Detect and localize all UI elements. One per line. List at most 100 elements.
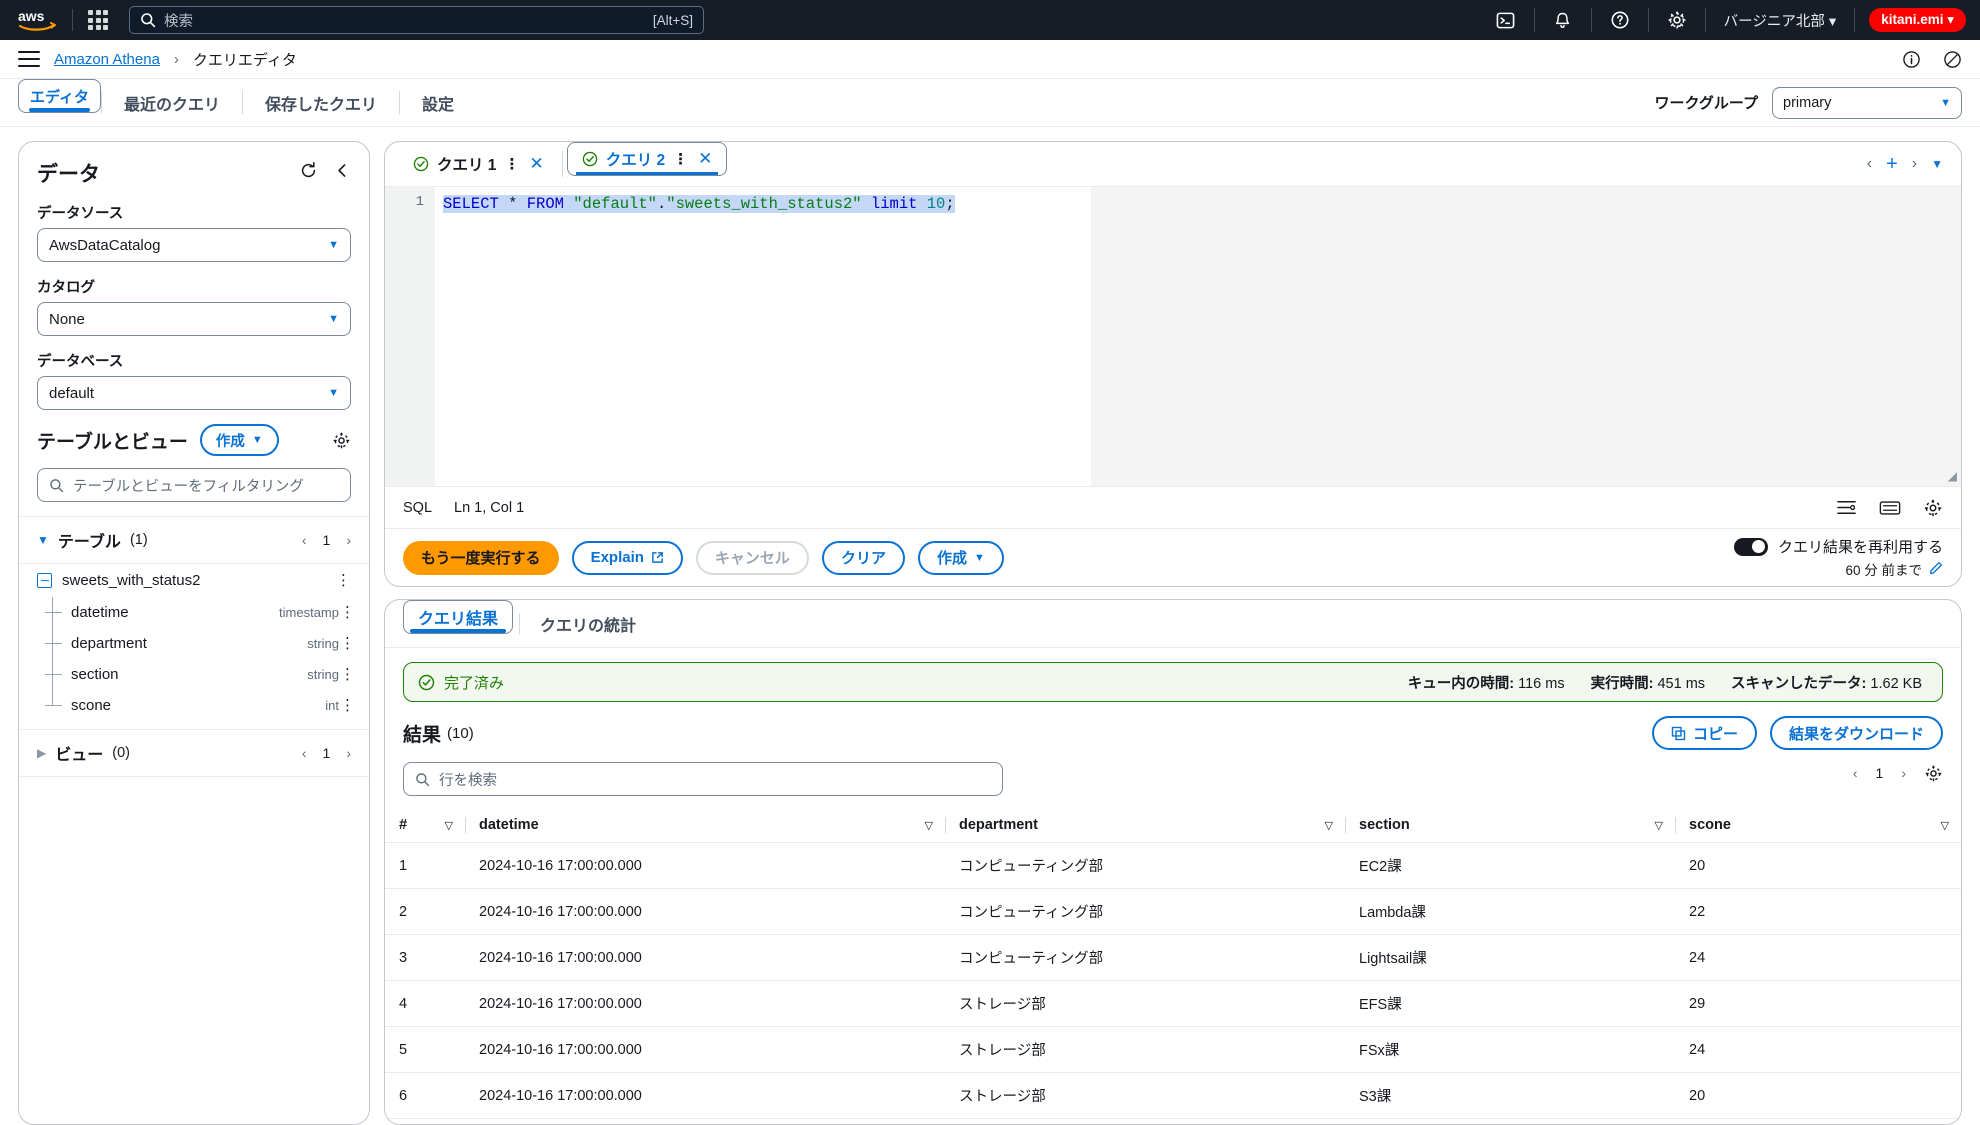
keyboard-shortcuts-icon[interactable] [1879,499,1901,517]
new-query-tab-icon[interactable]: + [1886,153,1898,176]
database-select[interactable]: default ▼ [37,376,351,410]
next-page-icon[interactable]: › [346,532,351,548]
table-preferences-gear-icon[interactable] [332,431,351,450]
next-page-icon[interactable]: › [346,745,351,761]
col-header-index[interactable]: # ▽ [385,808,465,843]
query-tab-2[interactable]: クエリ 2 ⋮ ✕ [566,142,728,176]
tab-recent-queries[interactable]: 最近のクエリ [102,79,242,126]
create-table-button[interactable]: 作成 ▼ [199,424,279,456]
cell-scone: 20 [1675,1072,1961,1119]
breadcrumb-service-link[interactable]: Amazon Athena [54,51,160,68]
tab-settings[interactable]: 設定 [400,79,476,126]
explain-button[interactable]: Explain [571,540,683,575]
column-menu-icon[interactable]: ⋮ [340,698,355,713]
results-preferences-gear-icon[interactable] [1924,764,1943,783]
prev-page-icon[interactable]: ‹ [302,532,307,548]
edit-pencil-icon[interactable] [1929,561,1943,578]
workgroup-control: ワークグループ primary ▼ [1654,79,1962,126]
breadcrumb-separator: › [173,50,179,68]
sql-star: * [508,195,527,213]
apps-grid-icon[interactable] [85,7,111,33]
tree-line [52,628,53,659]
workgroup-select[interactable]: primary ▼ [1772,86,1962,119]
datasource-select[interactable]: AwsDataCatalog ▼ [37,228,351,262]
tab-saved-queries[interactable]: 保存したクエリ [243,79,399,126]
col-header-department[interactable]: department ▽ [945,808,1345,843]
table-row[interactable]: 1 2024-10-16 17:00:00.000 コンピューティング部 EC2… [385,842,1961,889]
tab-scroll-right-icon[interactable]: › [1912,155,1917,173]
info-icon[interactable] [1902,50,1921,69]
column-menu-icon[interactable]: ⋮ [340,667,355,682]
sort-icon[interactable]: ▽ [925,819,945,832]
cancel-label: キャンセル [714,550,790,567]
aws-logo-icon[interactable]: aws [14,8,60,32]
column-item-department[interactable]: department string ⋮ [19,628,369,659]
next-page-icon[interactable]: › [1901,765,1906,781]
tab-scroll-left-icon[interactable]: ‹ [1867,155,1872,173]
region-selector[interactable]: バージニア北部 ▾ [1714,10,1847,31]
search-input[interactable]: 検索 [Alt+S] [129,6,704,34]
reuse-results-toggle[interactable] [1733,537,1768,556]
table-row[interactable]: 6 2024-10-16 17:00:00.000 ストレージ部 S3課 20 [385,1072,1961,1119]
format-query-icon[interactable] [1836,498,1857,517]
sort-icon[interactable]: ▽ [445,819,465,832]
collapse-panel-icon[interactable] [334,162,351,184]
copy-results-button[interactable]: コピー [1651,716,1757,750]
editor-resize-handle[interactable]: ◢ [1948,469,1957,483]
settings-gear-icon[interactable] [1657,5,1697,35]
table-row[interactable]: 5 2024-10-16 17:00:00.000 ストレージ部 FSx課 24 [385,1026,1961,1073]
tab-list-chevron-icon[interactable]: ▼ [1931,157,1943,171]
table-row[interactable]: 2 2024-10-16 17:00:00.000 コンピューティング部 Lam… [385,888,1961,935]
tab-query-results[interactable]: クエリ結果 [403,600,514,634]
clear-button[interactable]: クリア [821,540,905,575]
table-filter-input[interactable]: テーブルとビューをフィルタリング [37,468,351,502]
refresh-icon[interactable] [299,161,318,185]
user-menu[interactable]: kitani.emi ▾ [1869,8,1966,32]
table-row[interactable]: 3 2024-10-16 17:00:00.000 コンピューティング部 Lig… [385,934,1961,981]
views-group-header[interactable]: ▶ ビュー (0) ‹ 1 › [19,729,369,777]
query-tab-2-close-icon[interactable]: ✕ [698,149,712,169]
col-header-scone[interactable]: scone ▽ [1675,808,1961,843]
feedback-icon[interactable] [1943,50,1962,69]
col-header-section-label: section [1359,817,1410,833]
collapse-table-icon[interactable] [37,573,52,588]
column-menu-icon[interactable]: ⋮ [340,636,355,651]
tab-editor[interactable]: エディタ [18,79,101,113]
column-item-scone[interactable]: scone int ⋮ [19,690,369,721]
column-menu-icon[interactable]: ⋮ [340,605,355,620]
editor-settings-gear-icon[interactable] [1923,498,1943,518]
run-query-button[interactable]: もう一度実行する [403,540,559,575]
col-header-datetime[interactable]: datetime ▽ [465,808,945,843]
column-item-section[interactable]: section string ⋮ [19,659,369,690]
sort-icon[interactable]: ▽ [1941,819,1961,832]
prev-page-icon[interactable]: ‹ [1853,765,1858,781]
query-tab-1-close-icon[interactable]: ✕ [529,154,543,174]
bell-icon[interactable] [1543,5,1583,35]
tab-query-stats[interactable]: クエリの統計 [526,600,650,647]
success-check-icon [413,156,429,172]
menu-toggle-icon[interactable] [18,51,40,67]
sort-icon[interactable]: ▽ [1325,819,1345,832]
column-item-datetime[interactable]: datetime timestamp ⋮ [19,597,369,628]
col-header-section[interactable]: section ▽ [1345,808,1675,843]
row-search-input[interactable]: 行を検索 [403,762,1003,796]
table-item-sweets-with-status2[interactable]: sweets_with_status2 ⋮ [19,564,369,597]
cloudshell-icon[interactable] [1486,5,1526,35]
cancel-button[interactable]: キャンセル [695,540,809,575]
query-tab-1-menu-icon[interactable]: ⋮ [504,157,519,172]
catalog-select[interactable]: None ▼ [37,302,351,336]
sort-icon[interactable]: ▽ [1655,819,1675,832]
col-header-department-label: department [959,817,1038,833]
help-icon[interactable] [1600,5,1640,35]
download-results-button[interactable]: 結果をダウンロード [1769,716,1943,750]
tables-group-header[interactable]: ▼ テーブル (1) ‹ 1 › [19,516,369,564]
sql-editor[interactable]: 1 SELECT * FROM "default"."sweets_with_s… [385,186,1961,486]
table-row[interactable]: 4 2024-10-16 17:00:00.000 ストレージ部 EFS課 29 [385,980,1961,1027]
query-tab-1[interactable]: クエリ 1 ⋮ ✕ [399,142,558,186]
editor-code-area[interactable]: SELECT * FROM "default"."sweets_with_sta… [435,187,1961,486]
table-item-menu-icon[interactable]: ⋮ [336,573,351,588]
prev-page-icon[interactable]: ‹ [302,745,307,761]
query-tab-2-menu-icon[interactable]: ⋮ [673,152,688,167]
query-tab-bar: クエリ 1 ⋮ ✕ クエリ 2 ⋮ ✕ ‹ + › ▼ [385,142,1961,186]
create-button[interactable]: 作成 ▼ [917,540,1004,575]
